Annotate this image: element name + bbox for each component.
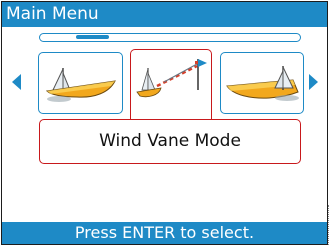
wind-vane-icon (136, 59, 207, 98)
menu-title: Main Menu (6, 4, 99, 24)
status-hint-text: Press ENTER to select. (74, 223, 255, 242)
menu-option-next[interactable] (220, 52, 304, 114)
menu-option-previous[interactable] (38, 52, 123, 114)
status-bar: Press ENTER to select. (2, 222, 327, 244)
scroll-right-arrow-icon[interactable] (309, 74, 318, 90)
selected-mode-panel: Wind Vane Mode (39, 119, 301, 164)
menu-scrollbar[interactable] (39, 33, 301, 42)
device-screen: Main Menu Wind Vane Mode Press ENTER to … (1, 1, 328, 245)
title-bar: Main Menu (2, 2, 327, 27)
autopilot-boat-left-icon (45, 68, 116, 102)
autopilot-boat-right-icon (226, 66, 299, 101)
scrollbar-thumb[interactable] (76, 35, 109, 39)
edge-divider (328, 205, 331, 245)
scroll-left-arrow-icon[interactable] (12, 74, 21, 90)
selected-mode-label: Wind Vane Mode (99, 131, 241, 151)
menu-option-selected[interactable] (130, 49, 212, 119)
